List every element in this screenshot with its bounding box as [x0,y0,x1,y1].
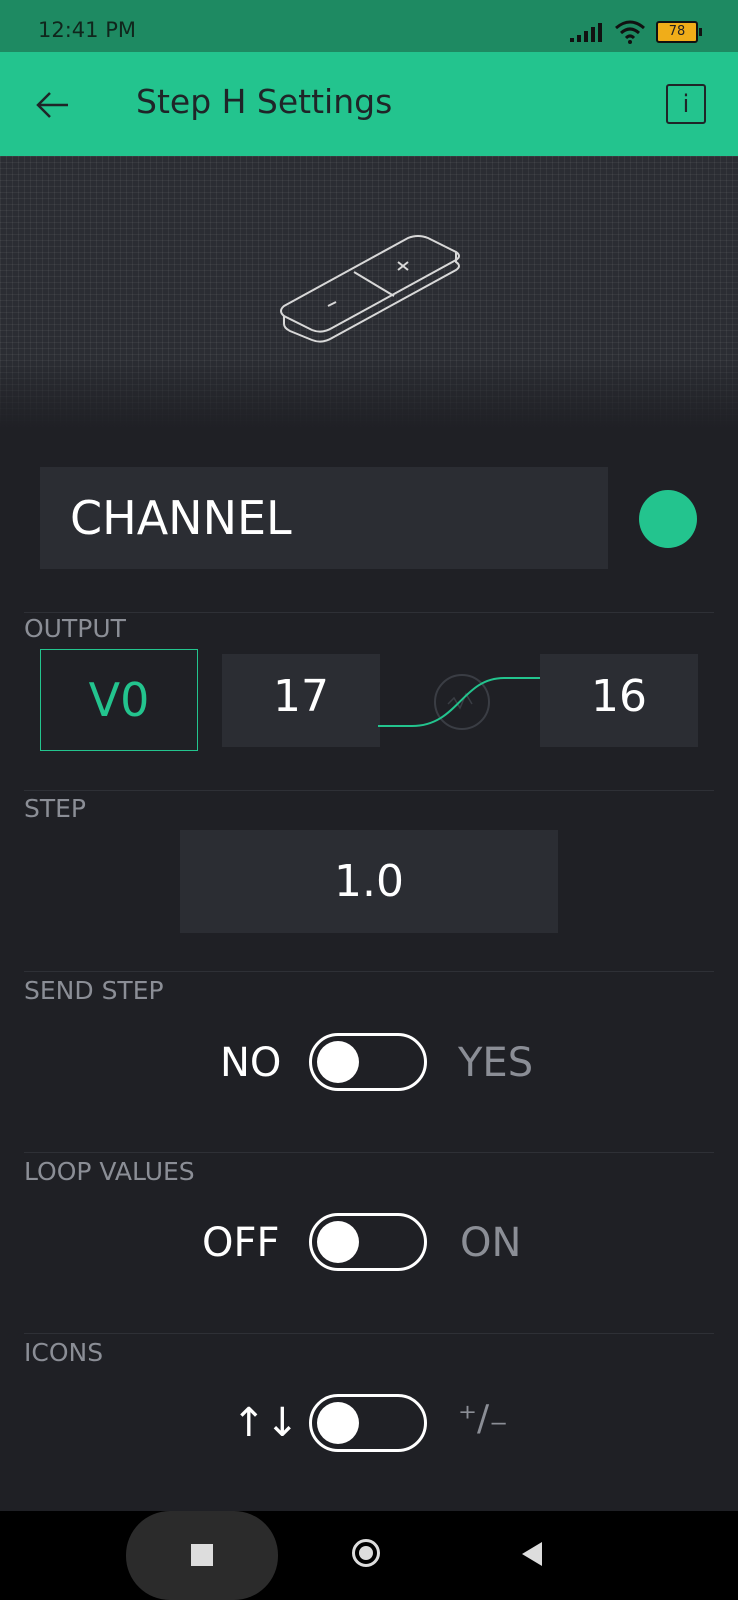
system-nav-bar [0,1511,738,1600]
divider [24,1152,714,1153]
divider [24,971,714,972]
output-max-input[interactable]: 16 [540,654,698,747]
loop-values-label: LOOP VALUES [24,1157,195,1186]
loop-values-on-label: ON [460,1220,522,1266]
toggle-knob [317,1041,359,1083]
status-bar: 12:41 PM 78 [0,0,738,52]
wifi-icon [615,20,645,44]
icons-arrows-option: ↑↓ [232,1400,300,1446]
home-circle-icon[interactable] [352,1539,380,1567]
recents-square-icon[interactable] [191,1544,213,1566]
back-triangle-icon[interactable] [522,1542,542,1566]
info-icon: i [682,90,690,118]
send-step-toggle[interactable] [309,1033,427,1091]
color-picker-button[interactable] [639,490,697,548]
step-h-widget-icon [280,235,460,343]
app-bar: Step H Settings i [0,52,738,156]
output-min-input[interactable]: 17 [222,654,380,747]
divider [24,612,714,613]
send-step-off-label: NO [220,1040,282,1086]
icons-label: ICONS [24,1338,104,1367]
output-min-value: 17 [273,671,329,722]
step-value: 1.0 [334,856,404,907]
output-pin-selector[interactable]: V0 [40,649,198,751]
loop-values-toggle[interactable] [309,1213,427,1271]
output-label: OUTPUT [24,614,126,643]
output-max-value: 16 [591,671,647,722]
info-button[interactable]: i [666,84,706,124]
widget-preview [0,156,738,428]
step-label: STEP [24,794,87,823]
channel-name-text: CHANNEL [70,491,292,545]
send-step-on-label: YES [458,1040,534,1086]
divider [24,790,714,791]
status-icons: 78 [570,20,702,44]
arrow-left-icon [36,92,68,118]
battery-level: 78 [668,24,686,39]
toggle-knob [317,1402,359,1444]
step-input[interactable]: 1.0 [180,830,558,933]
loop-values-off-label: OFF [202,1220,280,1266]
back-button[interactable] [30,82,76,128]
signal-icon [570,23,602,42]
status-time: 12:41 PM [38,18,136,42]
icons-toggle[interactable] [309,1394,427,1452]
page-title: Step H Settings [136,82,393,121]
battery-icon: 78 [656,21,702,43]
icons-plus-minus-option: ⁺/₋ [458,1398,509,1439]
divider [24,1333,714,1334]
send-step-label: SEND STEP [24,976,164,1005]
mapping-curve-icon [378,674,540,730]
channel-name-input[interactable]: CHANNEL [40,467,608,569]
toggle-knob [317,1221,359,1263]
output-pin-value: V0 [88,673,150,727]
